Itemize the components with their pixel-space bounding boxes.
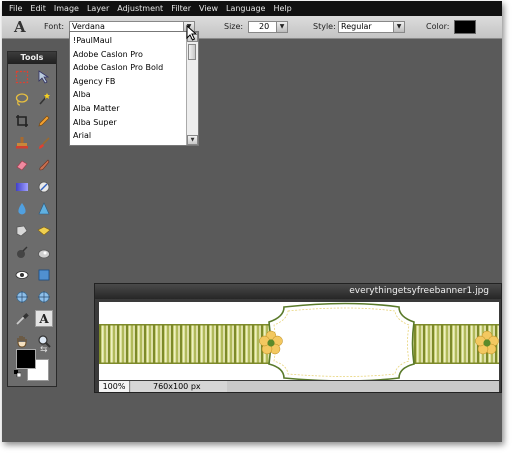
mouse-cursor-icon <box>186 25 198 41</box>
marquee-tool-icon[interactable] <box>13 68 31 85</box>
stamp-tool-icon[interactable] <box>13 134 31 151</box>
smudge-tool-icon[interactable] <box>35 156 53 173</box>
menu-view[interactable]: View <box>199 4 226 13</box>
menu-language[interactable]: Language <box>226 4 273 13</box>
scroll-down-icon[interactable]: ▼ <box>187 135 198 145</box>
fill-tool-icon[interactable] <box>35 222 53 239</box>
type-tool-icon: A <box>14 18 26 36</box>
magic-wand-tool-icon[interactable] <box>35 90 53 107</box>
size-select[interactable]: 20 ▼ <box>248 21 288 33</box>
text-color-swatch[interactable] <box>454 20 476 34</box>
font-dropdown-list[interactable]: !PaulMaul Adobe Caslon Pro Adobe Caslon … <box>69 31 199 146</box>
dropdown-scrollbar[interactable]: ▲ ▼ <box>186 32 198 145</box>
red-eye-tool-icon[interactable] <box>13 266 31 283</box>
font-option[interactable]: !PaulMaul <box>70 34 185 48</box>
font-options: !PaulMaul Adobe Caslon Pro Adobe Caslon … <box>70 34 185 143</box>
font-option[interactable]: Arial <box>70 129 185 143</box>
zoom-level[interactable]: 100% <box>99 381 130 392</box>
scrollbar-thumb[interactable] <box>188 44 196 60</box>
reset-colors-icon[interactable] <box>14 370 21 377</box>
menu-filter[interactable]: Filter <box>171 4 199 13</box>
style-label: Style: <box>313 22 336 31</box>
document-window[interactable]: everythingetsyfreebanner1.jpg 100% 760x1… <box>94 283 502 393</box>
menu-adjustment[interactable]: Adjustment <box>117 4 171 13</box>
menu-help[interactable]: Help <box>273 4 299 13</box>
font-label: Font: <box>44 22 65 31</box>
replace-color-tool-icon[interactable] <box>35 178 53 195</box>
document-canvas[interactable] <box>99 302 499 380</box>
font-select-value: Verdana <box>72 22 105 31</box>
burn-tool-icon[interactable] <box>13 244 31 261</box>
size-label: Size: <box>224 22 244 31</box>
tools-panel-title: Tools <box>8 52 56 64</box>
image-dimensions: 760x100 px <box>131 381 227 392</box>
blur-drop-tool-icon[interactable] <box>13 200 31 217</box>
banner-image <box>99 302 499 380</box>
foreground-color-swatch[interactable] <box>16 349 36 369</box>
hand-tool-icon[interactable] <box>13 332 31 349</box>
menu-bar: File Edit Image Layer Adjustment Filter … <box>2 1 502 16</box>
document-title[interactable]: everythingetsyfreebanner1.jpg <box>95 284 501 299</box>
font-option[interactable]: Alba <box>70 88 185 102</box>
type-tool-glyph: A <box>39 311 49 326</box>
document-status-bar: 100% 760x100 px <box>99 381 499 392</box>
crop-tool-icon[interactable] <box>13 112 31 129</box>
menu-image[interactable]: Image <box>54 4 87 13</box>
chevron-down-icon[interactable]: ▼ <box>276 22 287 32</box>
lasso-tool-icon[interactable] <box>13 90 31 107</box>
tools-panel: Tools A ⇆ <box>7 51 57 387</box>
pinch-tool-icon[interactable] <box>13 288 31 305</box>
font-option[interactable]: Alba Matter <box>70 102 185 116</box>
gradient-tool-icon[interactable] <box>13 178 31 195</box>
font-option[interactable]: Adobe Caslon Pro <box>70 48 185 62</box>
sharpen-tool-icon[interactable] <box>35 200 53 217</box>
style-select-value: Regular <box>341 22 372 31</box>
menu-file[interactable]: File <box>9 4 30 13</box>
size-select-value: 20 <box>259 22 270 31</box>
swap-colors-icon[interactable]: ⇆ <box>40 345 48 355</box>
eyedropper-tool-icon[interactable] <box>13 310 31 327</box>
style-select[interactable]: Regular ▼ <box>338 21 405 33</box>
font-option[interactable]: Adobe Caslon Pro Bold <box>70 61 185 75</box>
bloat-tool-icon[interactable] <box>35 288 53 305</box>
clone-tool-icon[interactable] <box>35 244 53 261</box>
type-tool-button[interactable]: A <box>35 310 53 327</box>
eraser-tool-icon[interactable] <box>13 156 31 173</box>
rectangle-tool-icon[interactable] <box>35 266 53 283</box>
editor-window: File Edit Image Layer Adjustment Filter … <box>2 1 502 442</box>
brush-tool-icon[interactable] <box>35 134 53 151</box>
chevron-down-icon[interactable]: ▼ <box>393 22 404 32</box>
move-tool-icon[interactable] <box>35 68 53 85</box>
menu-edit[interactable]: Edit <box>30 4 54 13</box>
font-option[interactable]: Alba Super <box>70 116 185 130</box>
color-label: Color: <box>426 22 450 31</box>
sponge-tool-icon[interactable] <box>13 222 31 239</box>
pencil-tool-icon[interactable] <box>35 112 53 129</box>
font-option[interactable]: Agency FB <box>70 75 185 89</box>
menu-layer[interactable]: Layer <box>87 4 117 13</box>
